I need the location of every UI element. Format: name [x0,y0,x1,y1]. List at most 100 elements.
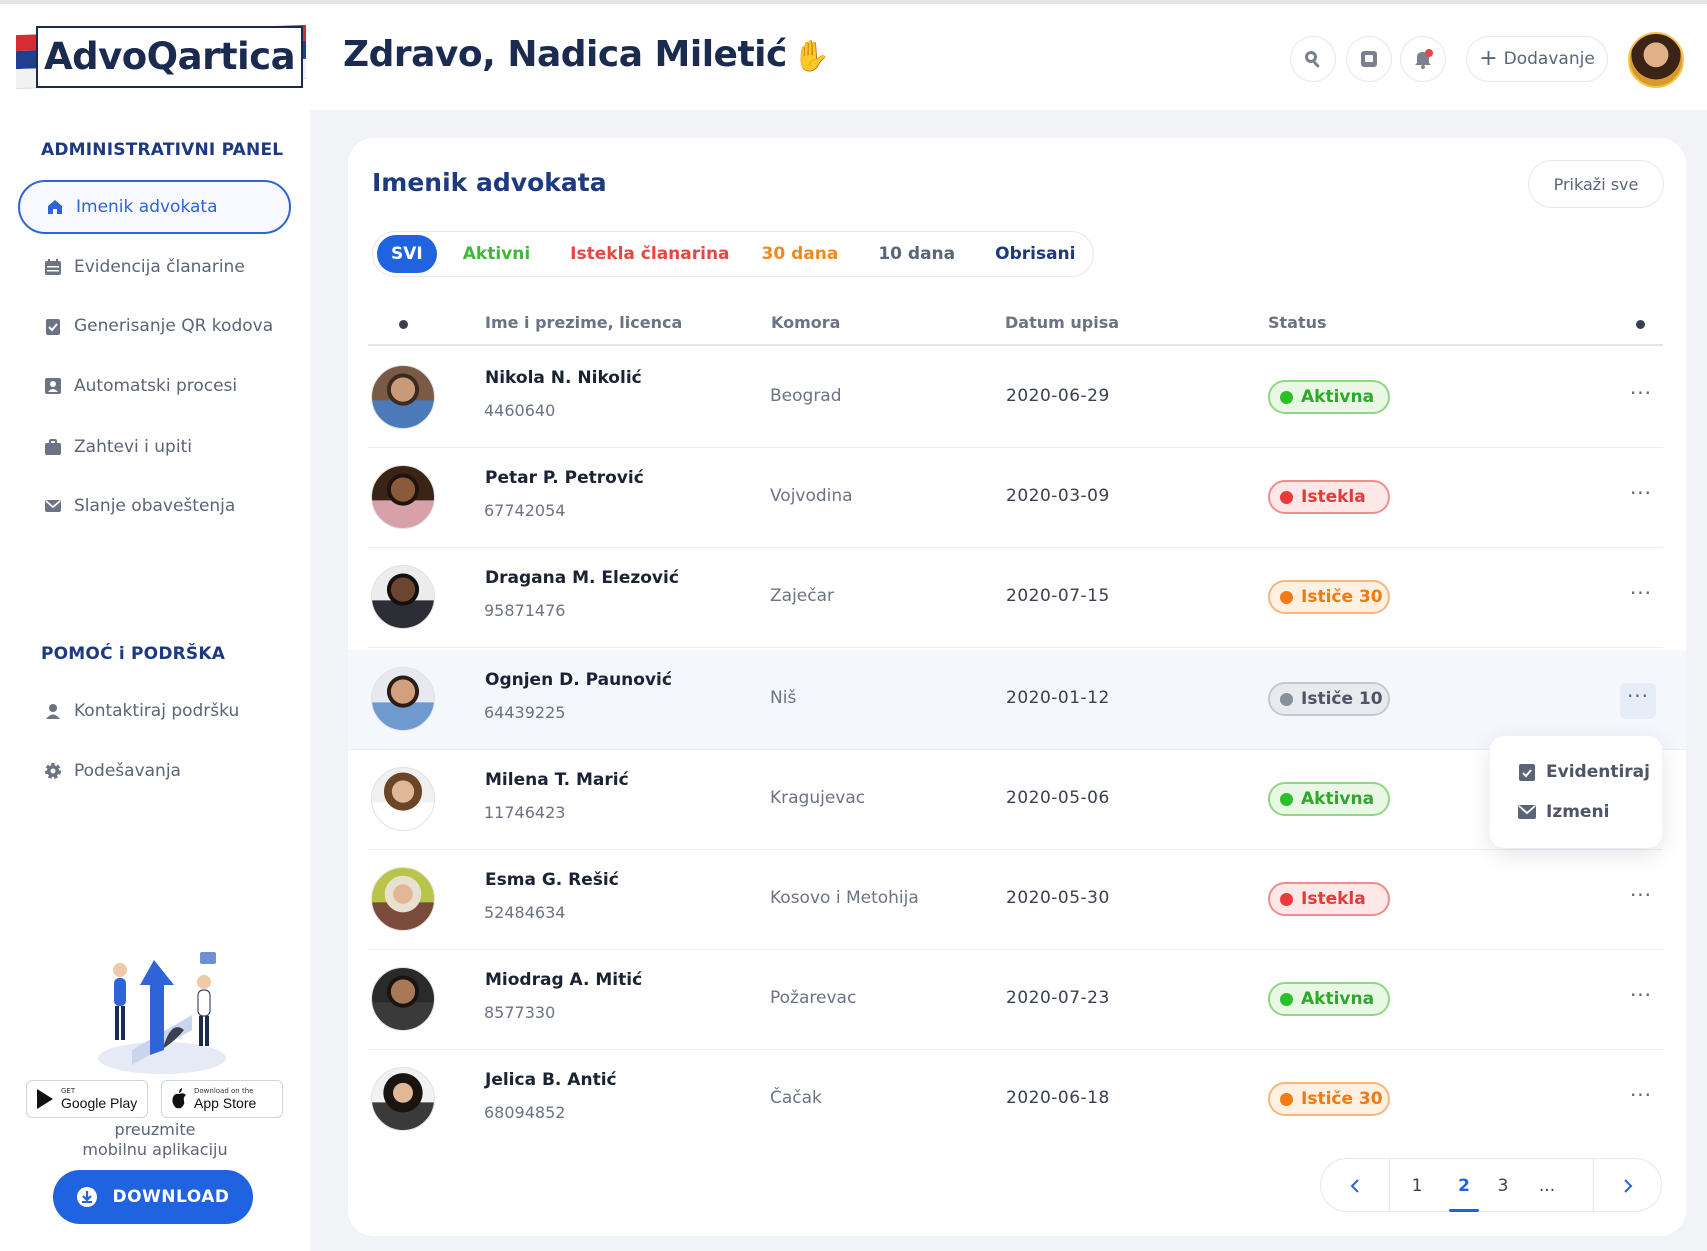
column-options-dot[interactable] [1636,320,1645,329]
menu-item-label: Izmeni [1546,802,1610,822]
home-icon [46,198,64,216]
admin-panel-title: ADMINISTRATIVNI PANEL [41,140,284,160]
enrollment-date: 2020-03-09 [1006,486,1110,506]
current-page-indicator [1449,1209,1479,1212]
download-button-label: DOWNLOAD [112,1187,230,1207]
apple-icon [172,1088,186,1109]
license-number: 95871476 [484,601,566,620]
sidebar-item-label: Generisanje QR kodova [74,316,274,336]
user-avatar[interactable] [1628,32,1684,88]
sidebar-item-label: Evidencija članarine [74,257,245,277]
pagination: 1 2 3 ... [1320,1158,1662,1213]
table-row[interactable]: Nikola N. Nikolić 4460640 Beograd 2020-0… [368,348,1663,448]
chamber: Vojvodina [770,486,853,506]
menu-item-label: Evidentiraj [1546,762,1650,782]
add-button[interactable]: + Dodavanje [1466,36,1608,82]
google-play-badge[interactable]: GET Google Play [26,1080,148,1118]
tab-svi[interactable]: SVI [377,235,437,273]
table-row[interactable]: Miodrag A. Mitić 8577330 Požarevac 2020-… [368,950,1663,1050]
table-row[interactable]: Milena T. Marić 11746423 Kragujevac 2020… [368,750,1663,850]
row-actions-button[interactable]: ··· [1620,683,1656,719]
filter-tabs: SVI Aktivni Istekla članarina 30 dana 10… [372,231,1095,277]
column-header-chamber[interactable]: Komora [771,313,840,332]
column-header-date[interactable]: Datum upisa [1005,313,1119,332]
lawyer-name: Miodrag A. Mitić [485,970,643,990]
lawyer-name: Dragana M. Elezović [485,568,679,588]
download-button[interactable]: DOWNLOAD [53,1170,253,1224]
enrollment-date: 2020-07-23 [1006,988,1110,1008]
tab-30-dana[interactable]: 30 dana [748,235,853,273]
row-actions-button[interactable]: ··· [1626,1085,1656,1114]
row-actions-button[interactable]: ··· [1626,383,1656,412]
tab-istekla-clanarina[interactable]: Istekla članarina [556,235,743,273]
app-store-badge[interactable]: Download on the App Store [161,1080,283,1118]
menu-item-izmeni[interactable]: Izmeni [1518,802,1609,822]
avatar [371,767,435,831]
greeting-title: Zdravo, Nadica Miletić ✋ [343,34,830,75]
table-header: Ime i prezime, licenca Komora Datum upis… [368,303,1663,346]
row-actions-button[interactable]: ··· [1626,583,1656,612]
page-1-button[interactable]: 1 [1409,1159,1425,1213]
user-card-icon [44,377,62,395]
row-actions-button[interactable]: ··· [1626,985,1656,1014]
sidebar-item-imenik-advokata[interactable]: Imenik advokata [18,180,291,234]
avatar [371,365,435,429]
enrollment-date: 2020-06-18 [1006,1088,1110,1108]
search-button[interactable] [1290,36,1336,82]
status-dot [1280,892,1293,906]
column-header-name[interactable]: Ime i prezime, licenca [485,313,682,332]
logo[interactable]: AdvoQartica [16,24,306,90]
lawyer-name: Nikola N. Nikolić [485,368,642,388]
avatar [371,465,435,529]
bell-icon [1415,49,1433,69]
sidebar-item-podesavanja[interactable]: Podešavanja [18,744,291,798]
license-number: 11746423 [484,803,566,822]
page-3-button[interactable]: 3 [1495,1159,1511,1213]
sidebar: ADMINISTRATIVNI PANEL Imenik advokata Ev… [0,110,310,1251]
status-label: Aktivna [1301,387,1375,407]
row-actions-button[interactable]: ··· [1626,885,1656,914]
support-agent-icon [44,702,62,720]
chamber: Kragujevac [770,788,866,808]
next-page-button[interactable] [1594,1159,1662,1213]
status-badge: Ističe 30 [1268,580,1390,614]
table-row[interactable]: Dragana M. Elezović 95871476 Zaječar 202… [368,548,1663,648]
more-pages-button[interactable]: ... [1535,1159,1559,1213]
tab-10-dana[interactable]: 10 dana [856,235,977,273]
status-label: Aktivna [1301,989,1375,1009]
table-row[interactable]: Jelica B. Antić 68094852 Čačak 2020-06-1… [368,1050,1663,1150]
select-all-dot[interactable] [399,320,408,329]
sidebar-item-slanje-obavestenja[interactable]: Slanje obaveštenja [18,479,291,533]
tab-obrisani[interactable]: Obrisani [981,235,1089,273]
menu-item-evidentiraj[interactable]: Evidentiraj [1518,762,1650,782]
column-header-status[interactable]: Status [1268,313,1327,332]
page-2-button[interactable]: 2 [1454,1159,1474,1213]
row-actions-button[interactable]: ··· [1626,483,1656,512]
sidebar-item-label: Imenik advokata [76,197,218,217]
messages-button[interactable] [1346,36,1392,82]
avatar [371,565,435,629]
sidebar-item-generisanje-qr[interactable]: Generisanje QR kodova [18,299,291,353]
sidebar-item-evidencija-clanarine[interactable]: Evidencija članarine [18,240,291,294]
table-row-selected[interactable]: Ognjen D. Paunović 64439225 Niš 2020-01-… [348,650,1686,750]
table-row[interactable]: Esma G. Rešić 52484634 Kosovo i Metohija… [368,850,1663,950]
show-all-button[interactable]: Prikaži sve [1528,160,1664,208]
status-label: Istekla [1301,487,1366,507]
status-badge: Aktivna [1268,982,1390,1016]
tab-aktivni[interactable]: Aktivni [441,235,552,273]
sidebar-item-kontaktiraj-podrsku[interactable]: Kontaktiraj podršku [18,684,291,738]
download-caption-line2: mobilnu aplikaciju [82,1140,228,1159]
status-dot [1280,792,1293,806]
gear-icon [44,762,62,780]
sidebar-item-label: Kontaktiraj podršku [74,701,240,721]
chamber: Čačak [770,1088,822,1108]
waving-hand-icon: ✋ [792,39,830,74]
support-title: POMOĆ i PODRŠKA [41,644,226,664]
prev-page-button[interactable] [1321,1159,1389,1213]
table-row[interactable]: Petar P. Petrović 67742054 Vojvodina 202… [368,448,1663,548]
status-dot [1280,490,1293,504]
sidebar-item-automatski-procesi[interactable]: Automatski procesi [18,359,291,413]
google-play-small: GET [61,1087,76,1095]
notifications-button[interactable] [1400,36,1446,82]
sidebar-item-zahtevi-i-upiti[interactable]: Zahtevi i upiti [18,420,291,474]
